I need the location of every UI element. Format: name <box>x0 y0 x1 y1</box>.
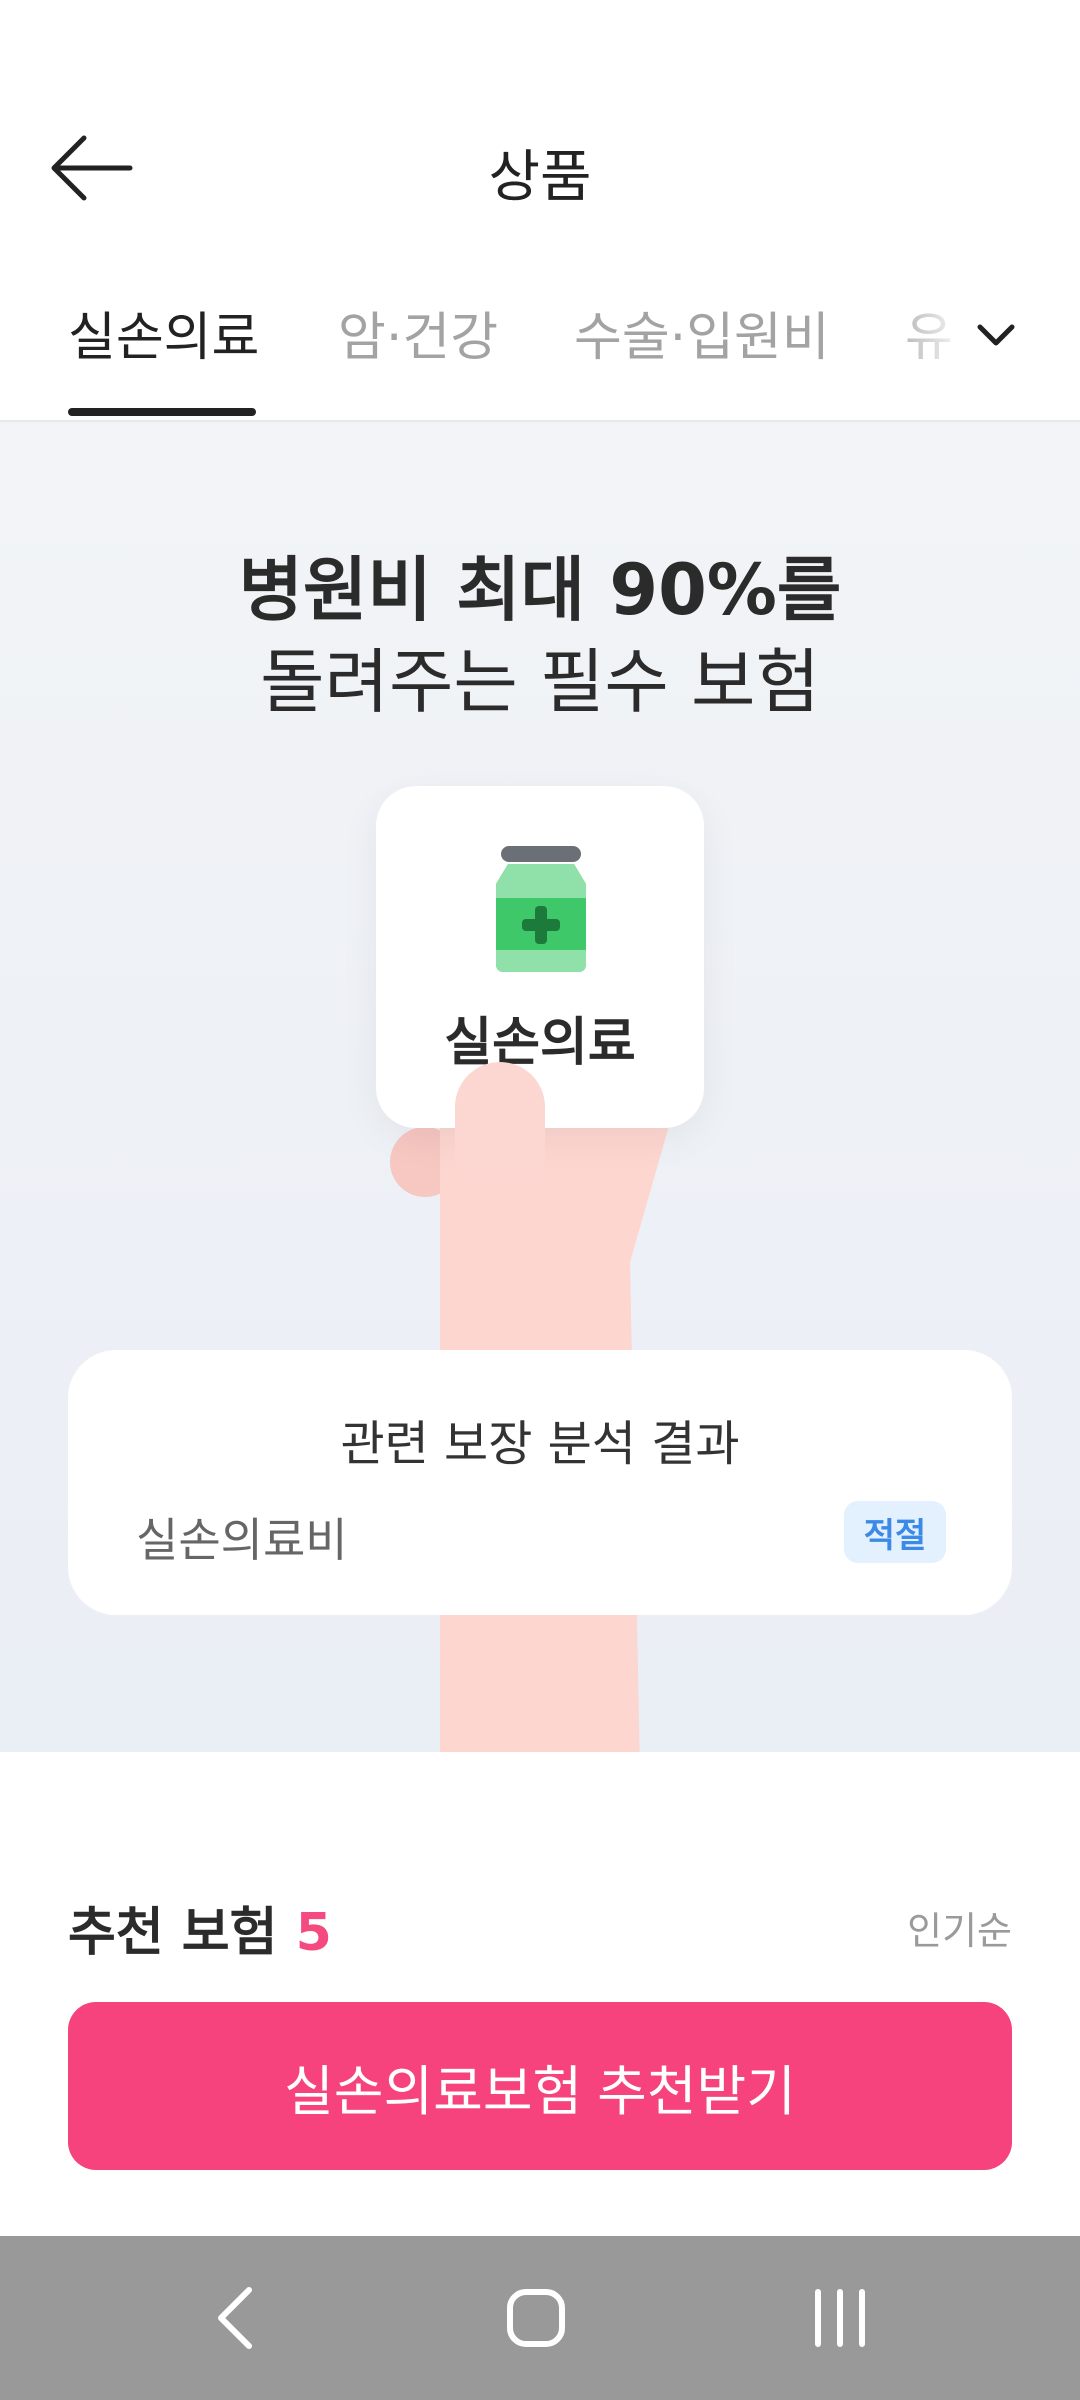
chevron-down-icon <box>977 324 1015 346</box>
hero-headline: 병원비 최대 90%를 <box>238 549 842 631</box>
finger-illustration <box>455 1062 545 1182</box>
tab-silson[interactable]: 실손의료 <box>68 290 259 420</box>
product-card-label: 실손의료 <box>444 1013 636 1073</box>
recommend-section-title: 추천 보험 5 <box>68 1890 332 1965</box>
back-chevron-icon <box>218 2287 252 2349</box>
get-recommendation-button[interactable]: 실손의료보험 추천받기 <box>68 2002 1012 2170</box>
recents-icon <box>815 2289 865 2347</box>
coverage-analysis-card: 관련 보장 분석 결과 실손의료비 적절 <box>68 1350 1012 1615</box>
system-recents-button[interactable] <box>780 2276 900 2360</box>
analysis-item-label: 실손의료비 <box>136 1513 348 1567</box>
sort-button[interactable]: 인기순 <box>907 1900 1012 1955</box>
page-title: 상품 <box>488 145 592 210</box>
recommend-title-text: 추천 보험 <box>68 1903 278 1963</box>
medicine-bottle-icon <box>496 846 586 972</box>
recommend-count: 5 <box>295 1903 332 1963</box>
home-icon <box>507 2289 565 2347</box>
analysis-title: 관련 보장 분석 결과 <box>340 1416 740 1472</box>
tab-cancer-health[interactable]: 암·건강 <box>338 290 498 420</box>
system-back-button[interactable] <box>175 2276 295 2360</box>
system-navigation-bar <box>0 2236 1080 2400</box>
active-tab-indicator <box>68 408 256 416</box>
status-badge: 적절 <box>844 1501 946 1563</box>
product-card[interactable]: 실손의료 <box>376 786 704 1128</box>
hero-subheadline: 돌려주는 필수 보험 <box>260 641 820 723</box>
system-home-button[interactable] <box>476 2276 596 2360</box>
tab-surgery-hospital[interactable]: 수술·입원비 <box>574 290 830 420</box>
app-header: 상품 <box>0 0 1080 280</box>
tabs-expand-button[interactable] <box>960 300 1032 372</box>
